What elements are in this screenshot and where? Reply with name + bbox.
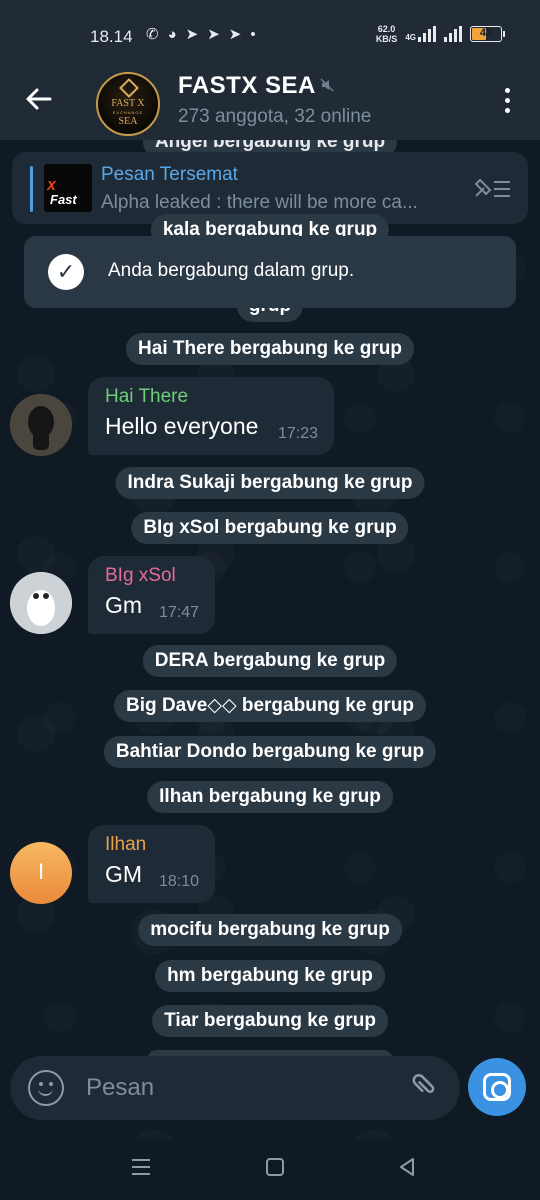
- camera-button[interactable]: [468, 1058, 526, 1116]
- home-icon[interactable]: [264, 1154, 286, 1185]
- service-message: Ilhan bergabung ke grup: [147, 781, 393, 813]
- status-time: 18.14: [90, 27, 133, 46]
- notification-icons: ✆ ◕ ➤ ➤ ➤ •: [146, 26, 256, 44]
- group-avatar[interactable]: FAST X EXCHANGE SEA: [96, 72, 160, 136]
- signal-icon: [444, 26, 462, 42]
- avatar[interactable]: I: [10, 842, 72, 904]
- battery-level: 43: [479, 27, 493, 39]
- service-message: BIg xSol bergabung ke grup: [131, 512, 409, 544]
- service-message: Indra Sukaji bergabung ke grup: [115, 467, 425, 499]
- status-bar: 18.14 ✆ ◕ ➤ ➤ ➤ • 62.0 KB/S 4G 43: [0, 0, 540, 70]
- chat-area[interactable]: Angel bergabung ke grup Fast X Pesan Ters…: [0, 140, 540, 1160]
- pinned-title: Pesan Tersemat: [101, 164, 238, 185]
- service-message: Big Dave◇◇ bergabung ke grup: [114, 690, 426, 722]
- signal-4g-icon: 4G: [405, 26, 436, 42]
- message-bubble[interactable]: Ilhan GM 18:10: [88, 825, 215, 903]
- logo-diamond-icon: [119, 78, 139, 98]
- service-message: mocifu bergabung ke grup: [138, 914, 402, 946]
- status-right: 62.0 KB/S 4G 43: [375, 24, 505, 44]
- camera-icon: [483, 1073, 511, 1101]
- system-nav-bar: [0, 1140, 540, 1200]
- message-time: 17:23: [277, 425, 318, 442]
- mute-icon: [320, 78, 334, 95]
- group-subtitle: 273 anggota, 32 online: [178, 106, 372, 127]
- pinned-list-icon[interactable]: [472, 176, 512, 202]
- emoji-icon[interactable]: [28, 1070, 64, 1106]
- service-message: hm bergabung ke grup: [155, 960, 385, 992]
- service-message: DERA bergabung ke grup: [142, 645, 398, 677]
- network-speed: 62.0 KB/S: [375, 24, 398, 44]
- pinned-text: Alpha leaked : there will be more ca...: [101, 192, 418, 213]
- sender-name[interactable]: BIg xSol: [105, 564, 197, 588]
- avatar[interactable]: [10, 394, 72, 456]
- message-bubble[interactable]: Hai There Hello everyone 17:23: [88, 377, 334, 455]
- sender-name[interactable]: Ilhan: [105, 833, 197, 857]
- chat-header: FAST X EXCHANGE SEA FASTX SEA 273 anggot…: [0, 70, 540, 140]
- message-bubble[interactable]: BIg xSol Gm 17:47: [88, 556, 215, 634]
- check-icon: ✓: [48, 254, 84, 290]
- whatsapp-icon: ✆: [146, 26, 159, 43]
- group-title[interactable]: FASTX SEA: [178, 72, 316, 100]
- message-time: 18:10: [158, 873, 199, 890]
- back-arrow-icon[interactable]: [24, 84, 60, 120]
- back-nav-icon[interactable]: [396, 1154, 418, 1185]
- message-time: 17:47: [158, 604, 199, 621]
- avatar[interactable]: [10, 572, 72, 634]
- sender-name[interactable]: Hai There: [105, 385, 316, 409]
- avatar-letter: I: [37, 859, 45, 884]
- discord-icon: ◕: [167, 26, 177, 43]
- more-options-icon[interactable]: [504, 88, 512, 118]
- pinned-thumbnail: Fast X: [44, 164, 92, 212]
- service-message: Hai There bergabung ke grup: [126, 333, 414, 365]
- telegram-icon: ➤: [228, 26, 242, 43]
- service-message: Tiar bergabung ke grup: [152, 1005, 388, 1037]
- recent-apps-icon[interactable]: [130, 1154, 152, 1185]
- attach-icon[interactable]: [403, 1063, 454, 1114]
- message-composer: [10, 1056, 460, 1120]
- telegram-icon: ➤: [185, 26, 199, 43]
- battery-icon: 43: [470, 26, 505, 42]
- toast-text: Anda bergabung dalam grup.: [108, 260, 355, 281]
- telegram-icon: ➤: [207, 26, 220, 43]
- message-input[interactable]: [86, 1072, 386, 1104]
- service-message: Bahtiar Dondo bergabung ke grup: [103, 736, 437, 768]
- dot-icon: •: [250, 26, 256, 43]
- joined-toast: ✓ Anda bergabung dalam grup.: [24, 236, 516, 308]
